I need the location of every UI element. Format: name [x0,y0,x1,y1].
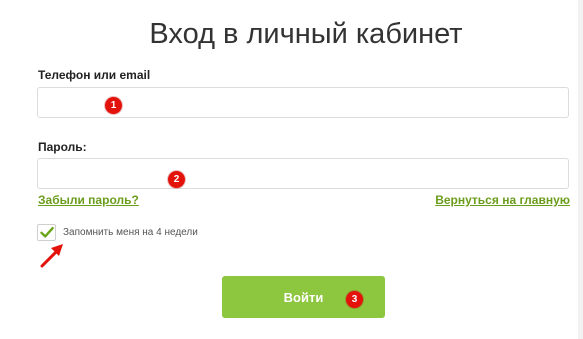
step-marker-2: 2 [168,171,185,188]
forgot-password-link[interactable]: Забыли пароль? [38,193,139,207]
password-label: Пароль: [38,140,87,154]
step-marker-1: 1 [105,97,122,114]
arrow-icon [40,244,63,268]
scrollbar[interactable] [578,0,583,339]
remember-me-label: Запомнить меня на 4 недели [63,227,198,238]
back-to-home-link[interactable]: Вернуться на главную [435,193,570,207]
check-icon [40,227,54,238]
page-title: Вход в личный кабинет [149,18,463,50]
step-marker-3: 3 [346,291,363,308]
phone-email-label: Телефон или email [38,68,151,82]
password-input[interactable] [37,158,569,189]
